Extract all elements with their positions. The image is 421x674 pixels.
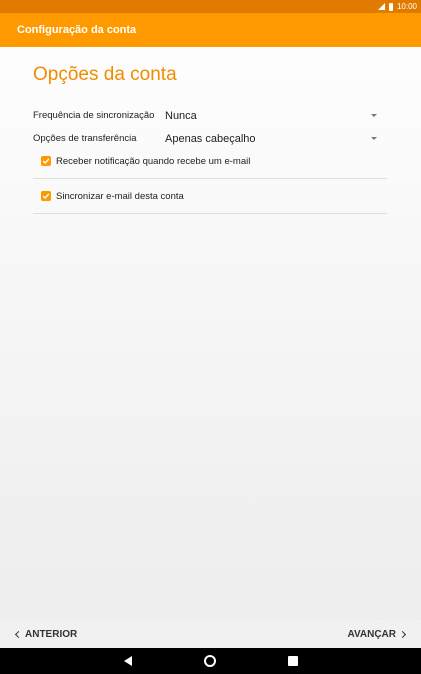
next-button-label: AVANÇAR	[347, 628, 396, 640]
status-bar: 10:00	[0, 0, 421, 13]
system-navigation-bar	[0, 648, 421, 674]
system-home-icon[interactable]	[203, 655, 216, 667]
sync-frequency-row[interactable]: Frequência de sincronização Nunca	[33, 104, 387, 127]
account-options-form: Opções da conta Frequência de sincroniza…	[33, 62, 387, 220]
notify-checkbox[interactable]	[41, 156, 51, 166]
app-bar: Configuração da conta	[0, 13, 421, 47]
dropdown-arrow-icon[interactable]	[371, 114, 377, 117]
transfer-options-label: Opções de transferência	[33, 133, 137, 144]
status-time: 10:00	[396, 2, 417, 11]
back-button-label: ANTERIOR	[25, 628, 78, 640]
divider	[33, 213, 387, 214]
system-back-icon[interactable]	[123, 656, 132, 666]
dropdown-arrow-icon[interactable]	[371, 137, 377, 140]
checkmark-icon	[42, 193, 50, 199]
system-recents-icon[interactable]	[287, 656, 298, 666]
sync-email-checkbox-label: Sincronizar e-mail desta conta	[56, 190, 184, 202]
sync-frequency-label: Frequência de sincronização	[33, 110, 155, 121]
chevron-left-icon	[14, 630, 23, 638]
bottom-navigation: ANTERIOR AVANÇAR	[0, 620, 421, 648]
page-title: Opções da conta	[33, 64, 177, 85]
app-bar-title: Configuração da conta	[17, 24, 137, 36]
sync-email-checkbox-row[interactable]: Sincronizar e-mail desta conta	[33, 185, 387, 207]
sync-email-checkbox[interactable]	[41, 191, 51, 201]
notify-checkbox-label: Receber notificação quando recebe um e-m…	[56, 155, 251, 167]
notify-on-email-checkbox-row[interactable]: Receber notificação quando recebe um e-m…	[33, 150, 387, 172]
chevron-right-icon	[398, 630, 407, 638]
sync-frequency-dropdown[interactable]: Nunca	[165, 110, 371, 122]
battery-icon	[388, 2, 393, 11]
checkmark-icon	[42, 158, 50, 164]
back-button[interactable]: ANTERIOR	[14, 628, 78, 640]
next-button[interactable]: AVANÇAR	[347, 628, 407, 640]
signal-icon	[377, 3, 385, 10]
transfer-options-dropdown[interactable]: Apenas cabeçalho	[165, 133, 371, 145]
divider	[33, 178, 387, 179]
transfer-options-row[interactable]: Opções de transferência Apenas cabeçalho	[33, 127, 387, 150]
